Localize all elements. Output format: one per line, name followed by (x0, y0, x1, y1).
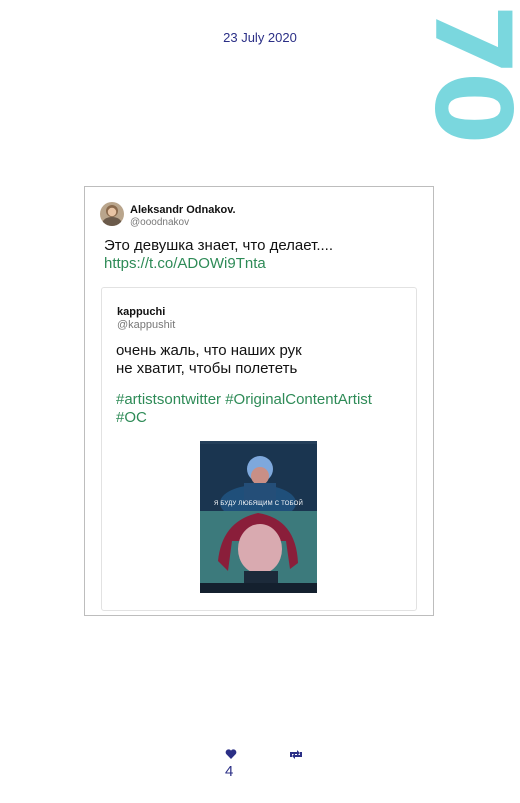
image-caption: Я БУДУ ЛЮБЯЩИМ С ТОБОЙ (213, 501, 304, 507)
author-name[interactable]: Aleksandr Odnakov. (130, 204, 236, 216)
quoted-author-name[interactable]: kappuchi (117, 306, 165, 318)
page-number-text: 70 (411, 3, 520, 141)
tweet-author: Aleksandr Odnakov. @ooodnakov (130, 204, 236, 228)
avatar[interactable] (100, 202, 124, 226)
hashtags-line2[interactable]: #OC (116, 409, 416, 427)
tweet-body: Это девушка знает, что делает.... (104, 237, 333, 254)
retweet-icon[interactable] (288, 749, 304, 760)
quoted-image[interactable]: Я БУДУ ЛЮБЯЩИМ С ТОБОЙ (200, 441, 317, 593)
heart-icon[interactable] (225, 748, 237, 760)
like-count: 4 (225, 763, 234, 780)
tweet-link[interactable]: https://t.co/ADOWi9Tnta (104, 255, 424, 273)
tweet-actions: 4 (225, 748, 315, 788)
tweet-text: Это девушка знает, что делает.... https:… (104, 237, 424, 273)
quoted-text-line2: не хватит, чтобы полететь (116, 360, 298, 377)
author-handle[interactable]: @ooodnakov (130, 217, 236, 228)
quoted-hashtags: #artistsontwitter #OriginalContentArtist… (116, 391, 416, 427)
quoted-tweet[interactable]: kappuchi @kappushit очень жаль, что наши… (101, 287, 417, 611)
page-number: 70 (411, 4, 520, 141)
quoted-text-line1: очень жаль, что наших рук (116, 342, 302, 359)
quoted-text: очень жаль, что наших рук не хватит, что… (116, 342, 406, 378)
quoted-author-handle[interactable]: @kappushit (117, 319, 175, 331)
hashtags-line1[interactable]: #artistsontwitter #OriginalContentArtist (116, 391, 416, 409)
tweet-card[interactable]: Aleksandr Odnakov. @ooodnakov Это девушк… (84, 186, 434, 616)
